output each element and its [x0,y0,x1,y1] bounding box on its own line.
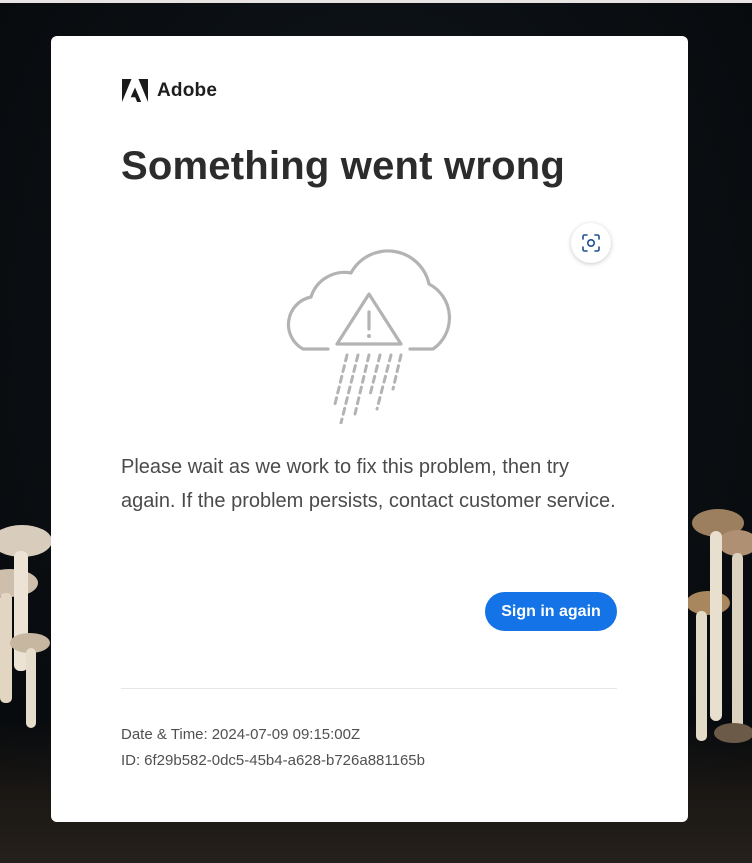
brand: Adobe [122,79,217,102]
visual-search-icon [582,234,600,252]
error-card: Adobe Something went wrong Please wait a… [51,36,688,822]
mushroom-decoration-right [688,509,752,743]
brand-name: Adobe [157,79,218,101]
adobe-logo-icon [122,79,148,102]
divider [121,688,617,689]
sign-in-again-button[interactable]: Sign in again [485,592,617,631]
page-title: Something went wrong [121,144,565,188]
datetime-line: Date & Time: 2024-07-09 09:15:00Z [121,722,425,748]
visual-search-button[interactable] [571,223,611,263]
cloud-warning-rain-icon [286,249,451,424]
datetime-label: Date & Time: [121,726,208,743]
error-id-line: ID: 6f29b582-0dc5-45b4-a628-b726a881165b [121,748,425,774]
error-details: Date & Time: 2024-07-09 09:15:00Z ID: 6f… [121,722,425,774]
error-id-value: 6f29b582-0dc5-45b4-a628-b726a881165b [144,752,425,769]
error-message: Please wait as we work to fix this probl… [121,456,616,512]
datetime-value: 2024-07-09 09:15:00Z [211,726,361,743]
error-id-label: ID: [121,752,141,769]
